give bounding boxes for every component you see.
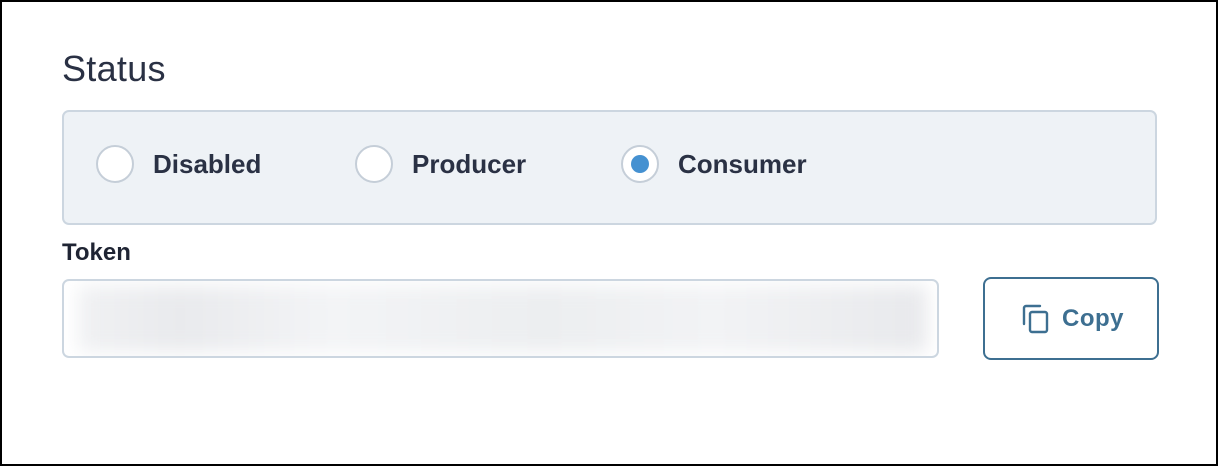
token-value-redacted [78, 286, 927, 352]
copy-button[interactable]: Copy [983, 277, 1159, 360]
radio-option-producer[interactable]: Producer [355, 144, 526, 184]
radio-option-consumer[interactable]: Consumer [621, 144, 807, 184]
radio-label-disabled: Disabled [153, 148, 262, 179]
radio-button-consumer[interactable] [621, 145, 659, 183]
radio-selected-dot [631, 155, 649, 173]
radio-button-producer[interactable] [355, 145, 393, 183]
radio-button-disabled[interactable] [96, 145, 134, 183]
radio-option-disabled[interactable]: Disabled [96, 144, 261, 184]
radio-label-producer: Producer [412, 148, 527, 179]
status-panel: Status Disabled Producer Consumer Token [0, 0, 1218, 466]
copy-icon [1018, 302, 1052, 336]
token-field[interactable] [62, 279, 939, 358]
radio-label-consumer: Consumer [678, 148, 807, 179]
token-label: Token [62, 239, 131, 266]
copy-button-label: Copy [1062, 304, 1124, 332]
status-title: Status [62, 48, 166, 89]
status-radio-group: Disabled Producer Consumer [62, 110, 1157, 225]
